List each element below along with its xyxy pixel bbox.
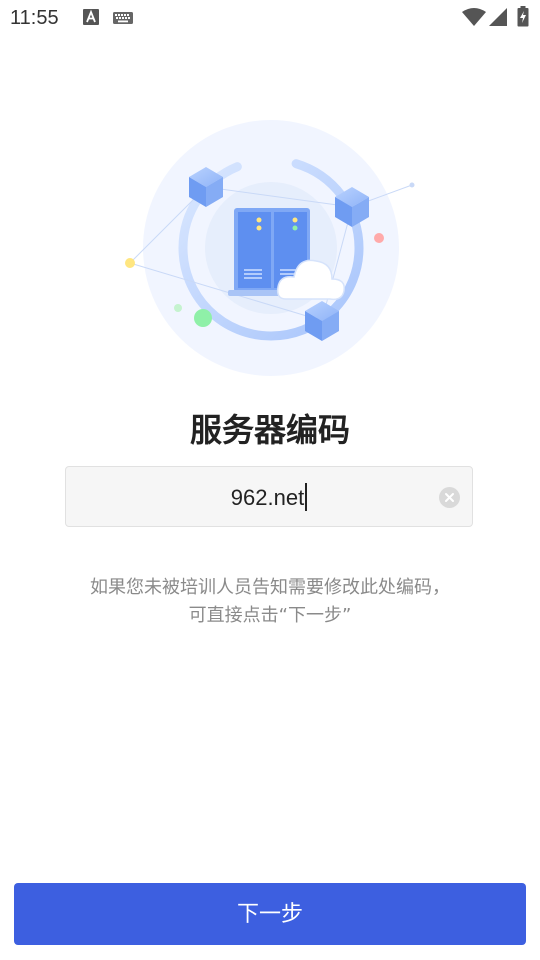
wifi-icon xyxy=(462,8,486,26)
hint-line-1: 如果您未被培训人员告知需要修改此处编码， xyxy=(90,577,450,598)
clear-input-icon[interactable] xyxy=(439,487,460,508)
page-title: 服务器编码 xyxy=(189,411,350,449)
hint-text: 如果您未被培训人员告知需要修改此处编码， 可直接点击“下一步” xyxy=(0,574,540,630)
text-caret xyxy=(305,483,308,511)
server-code-value: 962.net xyxy=(230,485,305,510)
server-code-input[interactable]: 962.net xyxy=(66,483,472,511)
next-step-button[interactable]: 下一步 xyxy=(14,883,526,945)
server-code-field[interactable]: 962.net xyxy=(65,466,473,527)
status-time: 11:55 xyxy=(10,7,59,29)
battery-charging-icon xyxy=(517,6,529,27)
keyboard-icon xyxy=(113,12,133,24)
status-bar: 11:55 xyxy=(0,0,540,36)
server-cloud-illustration xyxy=(125,120,415,376)
text-input-method-icon xyxy=(83,9,99,25)
hint-line-2: 可直接点击“下一步” xyxy=(188,605,352,626)
cell-signal-icon xyxy=(489,8,507,26)
